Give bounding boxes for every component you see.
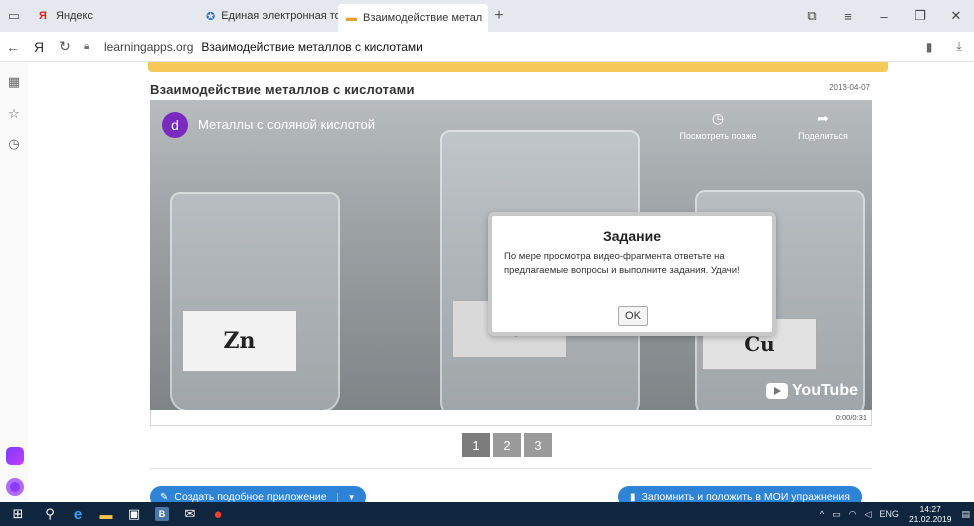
page-button-3[interactable]: 3	[524, 433, 552, 457]
window-controls: ⧉ ≡ – ❐ ✕	[794, 8, 974, 24]
search-icon[interactable]: ⚲	[36, 502, 64, 526]
mail-icon[interactable]: ✉	[176, 502, 204, 526]
browser-sidebar: ▦ ☆ ◷	[0, 62, 28, 502]
windows-start-icon[interactable]: ⊞	[0, 502, 36, 526]
clock-time: 14:27	[919, 504, 941, 514]
url-domain: learningapps.org	[104, 39, 194, 54]
clock-date: 21.02.2019	[908, 514, 952, 524]
dialog-title: Задание	[602, 228, 662, 244]
tableau-icon[interactable]: ▦	[0, 74, 28, 90]
restore-icon[interactable]: ❐	[902, 8, 938, 24]
torgi-favicon-icon: ✪	[206, 10, 216, 23]
create-label: Создать подобное приложение	[174, 491, 327, 502]
task-dialog: Задание По мере просмотра видео-фрагмент…	[488, 212, 776, 336]
top-menu-strip	[148, 62, 888, 72]
tab-yandex[interactable]: Я Яндекс	[28, 3, 178, 29]
remember-button[interactable]: ▮ Запомнить и положить в МОИ упражнения	[618, 486, 862, 502]
watch-later-button[interactable]: ◷ Посмотреть позже	[678, 110, 758, 141]
store-icon[interactable]: ▣	[120, 502, 148, 526]
windows-taskbar: ⊞ ⚲ e ▬ ▣ B ✉ ● ^ ▭ ◠ ◁ ENG 14:27 21.02.…	[0, 502, 974, 526]
page-title: Взаимодействие металлов с кислотами	[150, 82, 415, 97]
favorites-star-icon[interactable]: ☆	[0, 106, 28, 122]
label-zn: Zn	[182, 310, 297, 372]
yandex-home-icon[interactable]: Я	[26, 39, 52, 55]
tab-label: Яндекс	[56, 10, 93, 22]
tab-torgi[interactable]: ✪ Единая электронная торго	[198, 3, 338, 29]
system-tray: ^ ▭ ◠ ◁ ENG 14:27 21.02.2019 ▤	[816, 504, 974, 524]
notifications-icon[interactable]: ▤	[961, 509, 970, 520]
page-button-1[interactable]: 1	[462, 433, 490, 457]
alice-station-icon[interactable]	[6, 447, 24, 465]
remember-label: Запомнить и положить в МОИ упражнения	[641, 491, 850, 502]
tab-learningapps[interactable]: ▬ Взаимодействие метал ✕	[338, 4, 488, 32]
history-clock-icon[interactable]: ◷	[0, 136, 28, 152]
language-indicator[interactable]: ENG	[879, 509, 899, 519]
share-arrow-icon: ➦	[817, 110, 829, 126]
tabs-panel-icon[interactable]: ▭	[0, 2, 28, 30]
create-similar-button[interactable]: ✎ Создать подобное приложение ▼	[150, 486, 366, 502]
video-player[interactable]: Zn Fe Cu d Металлы с соляной кислотой ◷ …	[150, 100, 872, 410]
dialog-body: По мере просмотра видео-фрагмента ответь…	[504, 251, 740, 276]
minimize-icon[interactable]: –	[866, 9, 902, 24]
divider	[150, 468, 872, 469]
download-icon[interactable]: ⤓	[944, 39, 974, 54]
battery-icon[interactable]: ▭	[832, 509, 841, 520]
bookmark-icon: ▮	[630, 491, 636, 503]
bookmark-icon[interactable]: ▮	[914, 40, 944, 54]
vk-icon[interactable]: B	[148, 502, 176, 526]
file-explorer-icon[interactable]: ▬	[92, 502, 120, 526]
yandex-favicon-icon: Я	[39, 10, 47, 22]
new-tab-icon[interactable]: +	[488, 7, 510, 25]
close-window-icon[interactable]: ✕	[938, 8, 974, 24]
video-title[interactable]: Металлы с соляной кислотой	[198, 117, 375, 132]
watch-later-label: Посмотреть позже	[679, 131, 757, 141]
clock-icon: ◷	[711, 110, 725, 126]
collections-icon[interactable]: ⧉	[794, 8, 830, 24]
page-date: 2013-04-07	[829, 83, 870, 92]
tray-arrow-icon[interactable]: ^	[820, 509, 824, 519]
lock-icon: 🔒︎	[84, 41, 90, 52]
learningapps-favicon-icon: ▬	[346, 12, 357, 24]
browser-tabbar: ▭ Я Яндекс ✪ Единая электронная торго ▬ …	[0, 0, 974, 32]
clock[interactable]: 14:27 21.02.2019	[909, 504, 952, 524]
alice-assistant-icon[interactable]	[6, 478, 24, 496]
channel-avatar[interactable]: d	[162, 112, 188, 138]
address-bar: ← Я ↻ 🔒︎ learningapps.org Взаимодействие…	[0, 32, 974, 62]
beaker-zn	[170, 192, 340, 410]
video-timeline[interactable]: 0:00/0:31	[150, 410, 872, 426]
back-icon[interactable]: ←	[0, 39, 26, 55]
address-actions: ▮ ⤓	[914, 39, 974, 54]
youtube-logo[interactable]: YouTube	[765, 382, 858, 400]
pager: 1 2 3	[462, 433, 555, 457]
volume-icon[interactable]: ◁	[865, 509, 872, 520]
dialog-ok-button[interactable]: OK	[618, 306, 648, 326]
tab-label: Единая электронная торго	[221, 10, 338, 22]
vk-letter: B	[155, 507, 169, 521]
url-page-title: Взаимодействие металлов с кислотами	[201, 39, 423, 54]
youtube-label: YouTube	[791, 382, 858, 399]
reload-icon[interactable]: ↻	[52, 38, 78, 55]
chevron-down-icon[interactable]: ▼	[336, 492, 356, 502]
yandex-browser-icon[interactable]: ●	[204, 502, 232, 526]
screen: ▭ Я Яндекс ✪ Единая электронная торго ▬ …	[0, 0, 974, 526]
share-button[interactable]: ➦ Поделиться	[786, 110, 860, 141]
url-field[interactable]: 🔒︎ learningapps.org Взаимодействие метал…	[84, 40, 914, 54]
page-button-2[interactable]: 2	[493, 433, 521, 457]
page-content: Взаимодействие металлов с кислотами 2013…	[28, 62, 974, 502]
video-time: 0:00/0:31	[835, 413, 867, 422]
edit-icon: ✎	[160, 491, 169, 503]
menu-icon[interactable]: ≡	[830, 9, 866, 24]
tab-label: Взаимодействие метал	[363, 12, 483, 24]
share-label: Поделиться	[798, 131, 848, 141]
youtube-play-icon	[765, 383, 788, 399]
wifi-icon[interactable]: ◠	[849, 509, 857, 520]
edge-icon[interactable]: e	[64, 502, 92, 526]
